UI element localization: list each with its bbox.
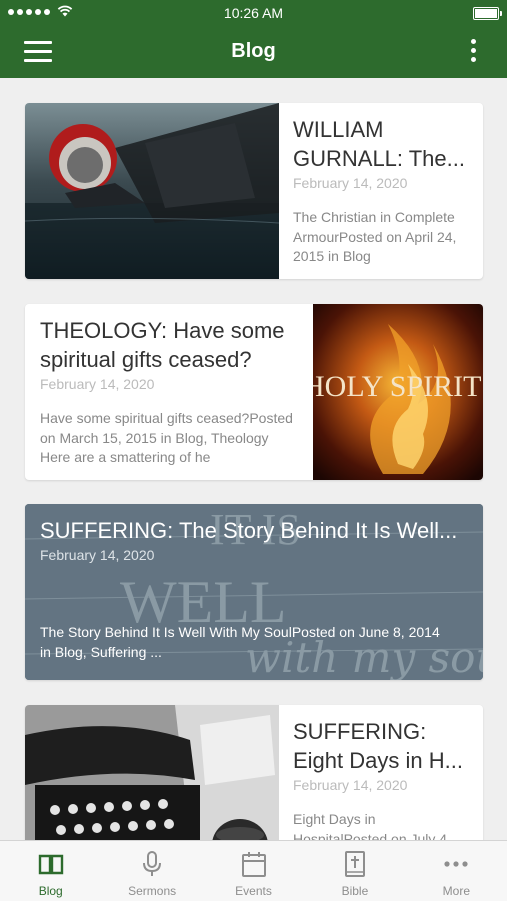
post-excerpt: The Christian in Complete ArmourPosted o… bbox=[293, 209, 457, 264]
tab-label: More bbox=[442, 884, 470, 898]
app-header: Blog bbox=[0, 26, 507, 78]
post-card[interactable]: IT IS WELL with my soul SUFFERING: The S… bbox=[25, 504, 483, 680]
post-title: THEOLOGY: Have some spiritual gifts ceas… bbox=[40, 318, 285, 372]
post-date: February 14, 2020 bbox=[40, 547, 155, 563]
tab-events[interactable]: Events bbox=[203, 841, 304, 901]
post-card[interactable]: WILLIAM GURNALL: The... February 14, 202… bbox=[25, 103, 483, 279]
post-excerpt: Have some spiritual gifts ceased?Posted … bbox=[40, 410, 293, 465]
tab-label: Sermons bbox=[128, 884, 177, 898]
post-title: SUFFERING: Eight Days in H... bbox=[293, 719, 463, 773]
calendar-icon bbox=[241, 852, 266, 877]
tab-blog[interactable]: Blog bbox=[0, 841, 101, 901]
tab-bible[interactable]: Bible bbox=[304, 841, 405, 901]
post-thumbnail-holy-spirit: HOLY SPIRIT bbox=[313, 304, 483, 480]
post-thumbnail-armour bbox=[25, 103, 279, 279]
post-text: SUFFERING: Eight Days in H... February 1… bbox=[278, 705, 483, 849]
post-text: SUFFERING: The Story Behind It Is Well..… bbox=[25, 504, 483, 662]
post-date: February 14, 2020 bbox=[293, 175, 408, 191]
tab-label: Bible bbox=[341, 884, 369, 898]
hamburger-menu-icon[interactable] bbox=[24, 41, 52, 63]
post-excerpt: The Story Behind It Is Well With My Soul… bbox=[40, 624, 440, 660]
battery-icon bbox=[473, 7, 502, 20]
post-text: WILLIAM GURNALL: The... February 14, 202… bbox=[278, 103, 483, 267]
more-dots-icon bbox=[444, 861, 468, 867]
tab-bar: Blog Sermons Events Bible More bbox=[0, 840, 507, 901]
post-title: WILLIAM GURNALL: The... bbox=[293, 117, 465, 171]
status-time: 10:26 AM bbox=[223, 5, 284, 21]
bible-icon bbox=[344, 851, 365, 877]
post-date: February 14, 2020 bbox=[293, 777, 408, 793]
tab-label: Blog bbox=[38, 884, 63, 898]
post-text: THEOLOGY: Have some spiritual gifts ceas… bbox=[25, 304, 315, 468]
tab-more[interactable]: More bbox=[406, 841, 507, 901]
holy-spirit-artwork-text: HOLY SPIRIT bbox=[313, 370, 481, 403]
post-title: SUFFERING: The Story Behind It Is Well..… bbox=[40, 518, 458, 543]
tab-sermons[interactable]: Sermons bbox=[101, 841, 202, 901]
post-date: February 14, 2020 bbox=[40, 376, 155, 392]
status-bar: 10:26 AM bbox=[0, 0, 507, 26]
post-card[interactable]: THEOLOGY: Have some spiritual gifts ceas… bbox=[25, 304, 483, 480]
book-open-icon bbox=[38, 854, 63, 875]
tab-label: Events bbox=[235, 884, 272, 898]
overflow-menu-icon[interactable] bbox=[469, 39, 477, 65]
microphone-icon bbox=[143, 851, 162, 876]
page-title: Blog bbox=[231, 40, 276, 62]
